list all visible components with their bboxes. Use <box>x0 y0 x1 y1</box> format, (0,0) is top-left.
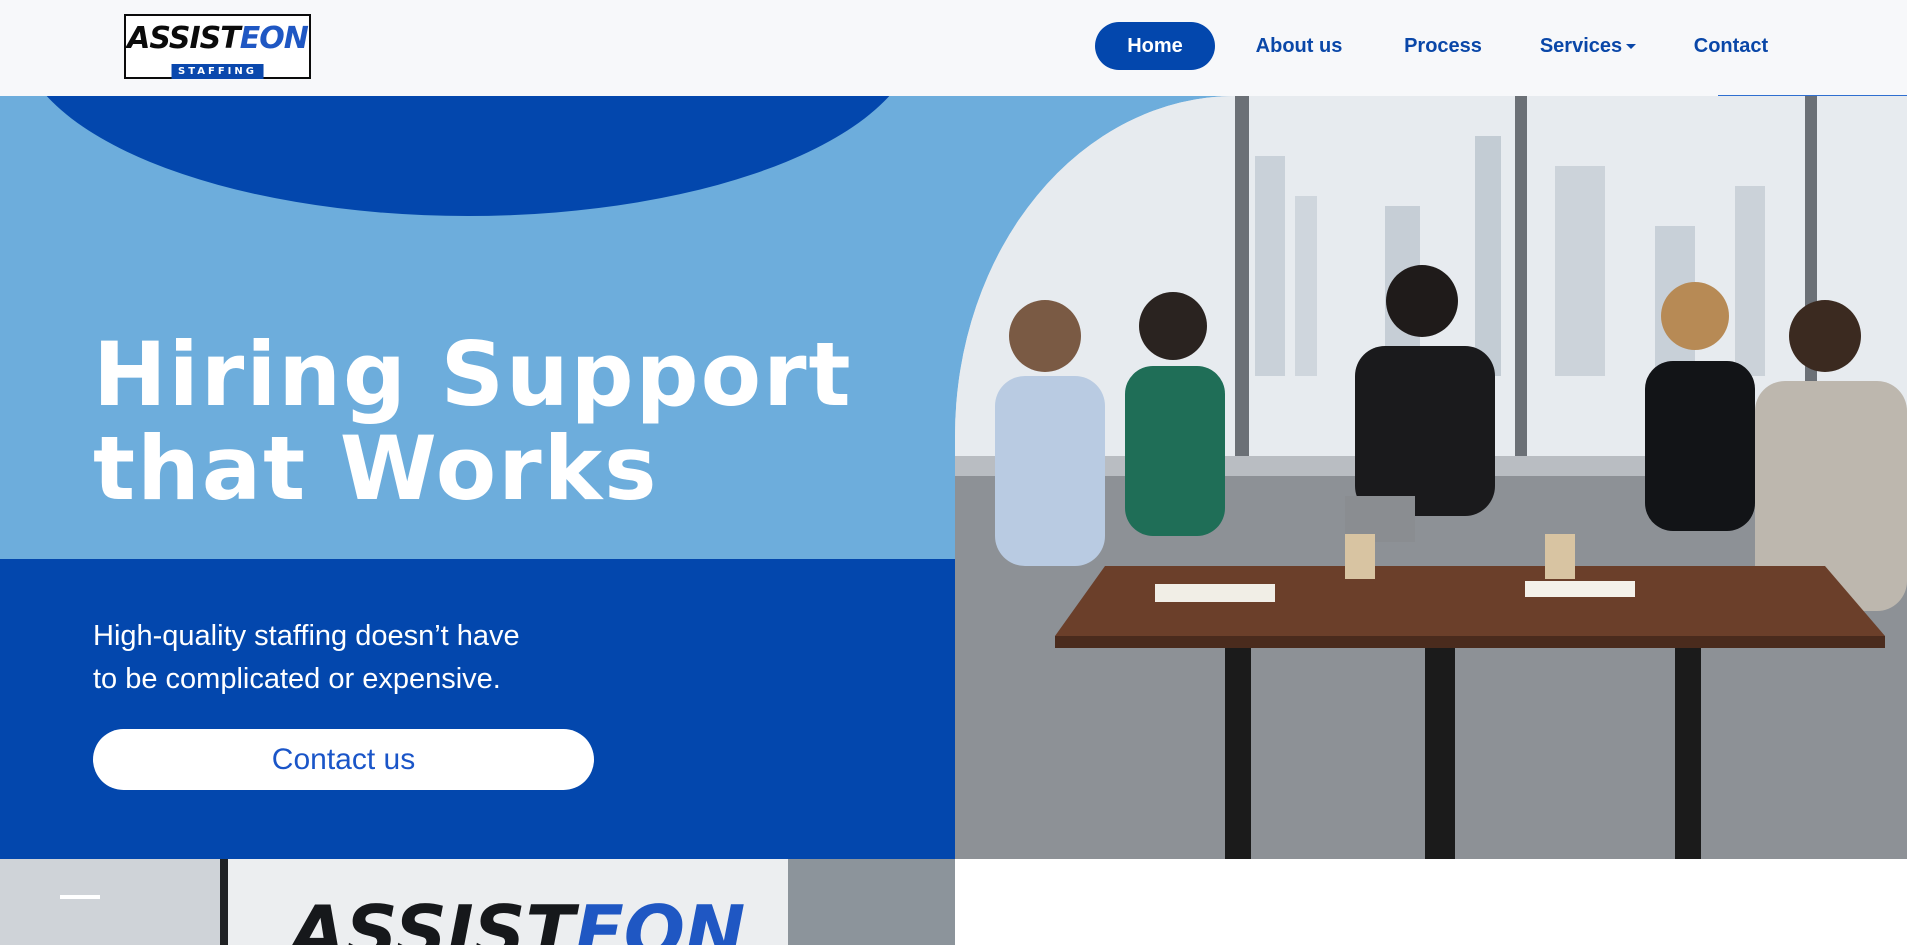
lower-white-panel <box>955 859 1907 945</box>
hero-subtitle-line-1: High-quality staffing doesn’t have <box>93 620 520 652</box>
office-photo: ASSISTEON <box>0 859 955 945</box>
site-header: ASSISTEON STAFFING Home About us Process… <box>0 0 1907 97</box>
nav-home[interactable]: Home <box>1095 22 1215 70</box>
meeting-photo <box>955 96 1907 859</box>
nav-services[interactable]: Services <box>1530 22 1646 70</box>
office-sign-text: ASSISTEON <box>285 890 745 945</box>
logo-wordmark: ASSISTEON <box>127 21 309 56</box>
brand-logo[interactable]: ASSISTEON STAFFING <box>124 14 311 79</box>
hero-subtitle-line-2: to be complicated or expensive. <box>93 663 501 695</box>
caret-down-icon <box>1626 44 1637 49</box>
contact-us-button[interactable]: Contact us <box>93 729 594 790</box>
hero-photo-frame <box>955 96 1907 859</box>
hero-title-line-2: that Works <box>93 417 659 520</box>
decorative-ellipse <box>18 96 918 216</box>
hero-title-line-1: Hiring Support <box>93 323 853 426</box>
hero-subtitle: High-quality staffing doesn’t have to be… <box>93 615 613 701</box>
nav-about-us[interactable]: About us <box>1243 22 1355 70</box>
hero-title: Hiring Support that Works <box>93 328 933 516</box>
logo-tagline: STAFFING <box>171 64 264 79</box>
nav-process[interactable]: Process <box>1393 22 1493 70</box>
hero-subtitle-panel <box>0 559 955 859</box>
office-sign-illustration: ASSISTEON <box>0 859 955 945</box>
nav-contact[interactable]: Contact <box>1683 22 1779 70</box>
nav-services-label: Services <box>1539 35 1623 57</box>
meeting-scene-illustration <box>955 96 1907 859</box>
